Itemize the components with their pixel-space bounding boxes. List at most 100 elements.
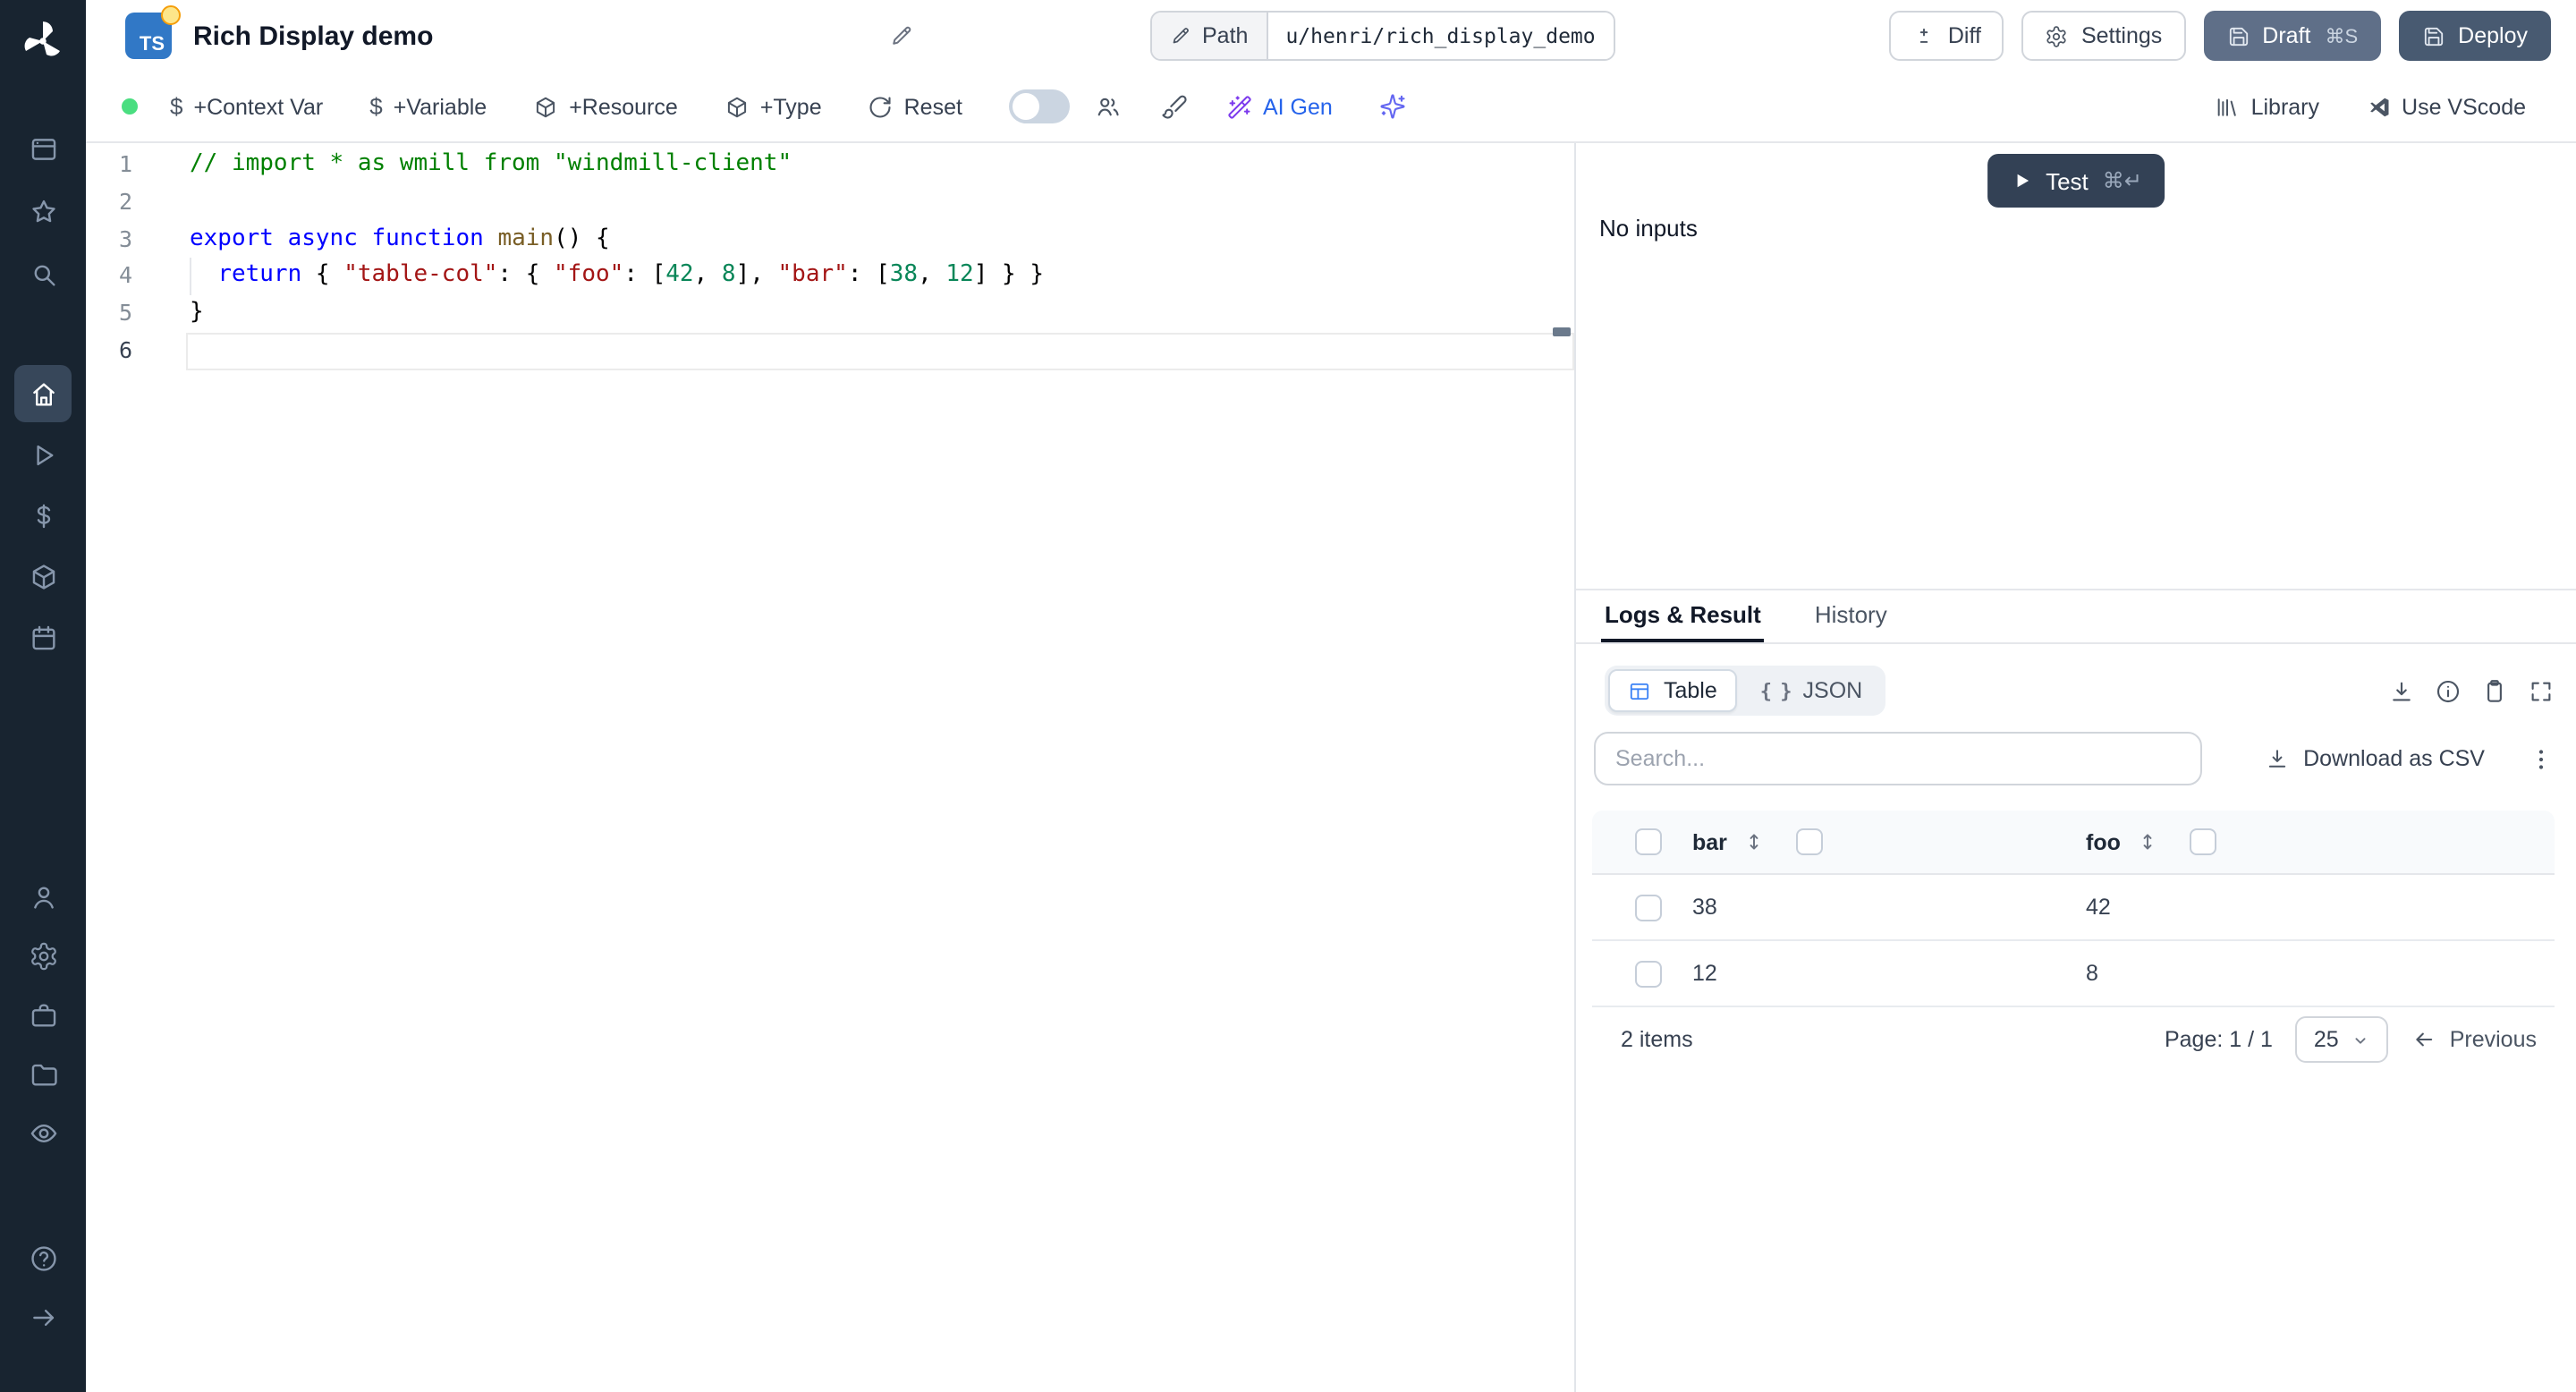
search-input[interactable] [1594, 732, 2202, 785]
download-result-icon[interactable] [2388, 677, 2415, 704]
download-csv-button[interactable]: Download as CSV [2264, 746, 2485, 771]
editor-code: // import * as wmill from "windmill-clie… [186, 147, 1574, 370]
line-number: 4 [118, 261, 132, 289]
arrow-left-icon [2412, 1027, 2437, 1052]
reset-icon [869, 94, 894, 119]
diff-icon [1912, 24, 1936, 47]
sidebar-collapse-button[interactable] [14, 1288, 72, 1345]
app-window-icon [28, 133, 58, 164]
sidebar-item-workspace[interactable] [14, 986, 72, 1043]
code-line[interactable]: export async function main() { [186, 221, 1574, 259]
previous-page-button[interactable]: Previous [2412, 1027, 2537, 1052]
folder-icon [28, 1058, 58, 1089]
editor-gutter: 1 2 3 4 5 6 [86, 147, 186, 370]
result-actions [2388, 677, 2555, 704]
code-editor[interactable]: 1 2 3 4 5 6 // import * as wmill from "windmi… [86, 143, 1574, 1392]
add-type-button[interactable]: +Type [724, 94, 822, 119]
table-row: 38 42 [1592, 875, 2555, 941]
sidebar-item-schedules[interactable] [14, 608, 72, 666]
arrow-right-icon [28, 1302, 58, 1332]
tab-history[interactable]: History [1811, 590, 1891, 642]
collaborators-icon[interactable] [1095, 93, 1122, 120]
table-row: 12 8 [1592, 941, 2555, 1007]
sidebar-item-resources[interactable] [14, 547, 72, 605]
reset-button[interactable]: Reset [869, 94, 962, 119]
sidebar-item-workers[interactable] [14, 868, 72, 925]
indent-guide [190, 258, 191, 296]
test-button[interactable]: Test ⌘↵ [1987, 154, 2165, 208]
select-all-checkbox[interactable] [1635, 828, 1662, 855]
tab-logs-result[interactable]: Logs & Result [1601, 590, 1765, 642]
sidebar-item-audit-logs[interactable] [14, 1104, 72, 1161]
home-icon [28, 378, 58, 409]
code-line[interactable] [186, 184, 1574, 222]
sidebar-item-favorites[interactable] [14, 182, 72, 240]
path-edit-button[interactable]: Path [1152, 13, 1268, 59]
table-controls: Download as CSV [1594, 732, 2555, 785]
add-variable-button[interactable]: $ +Variable [369, 93, 487, 120]
info-icon[interactable] [2435, 677, 2462, 704]
diff-mode-toggle[interactable] [1008, 89, 1070, 123]
column-bar-checkbox[interactable] [1796, 828, 1824, 855]
windmill-logo[interactable] [18, 16, 68, 66]
sidebar-item-folders[interactable] [14, 1045, 72, 1102]
deploy-button[interactable]: Deploy [2399, 11, 2551, 61]
table-menu-kebab-icon[interactable] [2528, 745, 2555, 772]
result-table-body: 38 42 12 8 [1592, 875, 2555, 1007]
row-checkbox[interactable] [1635, 894, 1662, 921]
copy-result-icon[interactable] [2481, 677, 2508, 704]
column-header-foo[interactable]: foo [2086, 829, 2121, 854]
add-resource-button[interactable]: +Resource [533, 94, 678, 119]
expand-result-icon[interactable] [2528, 677, 2555, 704]
use-vscode-button[interactable]: Use VScode [2366, 94, 2526, 119]
table-footer: 2 items Page: 1 / 1 25 Previous [1592, 1007, 2555, 1072]
sort-foo-icon[interactable] [2137, 830, 2160, 853]
dollar-icon: $ [369, 93, 383, 120]
line-number: 2 [118, 187, 132, 215]
result-toolbar: Table { } JSON [1605, 666, 2562, 716]
sidebar-item-apps[interactable] [14, 120, 72, 177]
draft-button[interactable]: Draft ⌘S [2203, 11, 2382, 61]
ai-sparkles-icon[interactable] [1379, 93, 1406, 120]
view-table-button[interactable]: Table [1608, 669, 1737, 712]
gear-icon [28, 940, 58, 971]
code-line[interactable]: } [186, 295, 1574, 333]
row-checkbox[interactable] [1635, 960, 1662, 987]
briefcase-icon [28, 999, 58, 1030]
format-code-brush-icon[interactable] [1161, 93, 1188, 120]
column-foo-checkbox[interactable] [2190, 828, 2217, 855]
sidebar-item-search[interactable] [14, 245, 72, 302]
code-line[interactable] [186, 332, 1574, 370]
header: TS Rich Display demo Path u/henri/rich_d… [86, 0, 2576, 72]
dollar-icon: $ [170, 93, 183, 120]
edit-summary-icon[interactable] [889, 23, 914, 48]
ai-gen-button[interactable]: AI Gen [1227, 94, 1333, 119]
download-icon [2264, 746, 2289, 771]
sidebar-item-settings[interactable] [14, 927, 72, 984]
library-button[interactable]: Library [2216, 94, 2319, 119]
page-size-select[interactable]: 25 [2295, 1016, 2389, 1063]
diff-button[interactable]: Diff [1888, 11, 2004, 61]
eye-icon [28, 1117, 58, 1148]
table-cell: 8 [2086, 961, 2098, 986]
sidebar-item-help[interactable] [14, 1229, 72, 1286]
code-line[interactable]: // import * as wmill from "windmill-clie… [186, 147, 1574, 184]
cube-icon [28, 561, 58, 591]
table-header-row: bar foo [1592, 811, 2555, 875]
column-header-bar[interactable]: bar [1692, 829, 1727, 854]
page-indicator: Page: 1 / 1 [2164, 1027, 2273, 1052]
gear-icon [2046, 24, 2069, 47]
sidebar-item-variables[interactable] [14, 487, 72, 544]
settings-button[interactable]: Settings [2021, 11, 2186, 61]
code-line[interactable]: return { "table-col": { "foo": [42, 8], … [186, 258, 1574, 296]
sort-bar-icon[interactable] [1743, 830, 1767, 853]
path-value[interactable]: u/henri/rich_display_demo [1267, 13, 1614, 59]
line-number: 1 [118, 150, 132, 177]
add-context-var-button[interactable]: $ +Context Var [170, 93, 323, 120]
cube-icon [533, 94, 558, 119]
sidebar-item-runs[interactable] [14, 426, 72, 483]
help-icon [28, 1243, 58, 1273]
search-icon [28, 259, 58, 289]
view-json-button[interactable]: { } JSON [1741, 669, 1882, 712]
sidebar-item-home[interactable] [14, 365, 72, 422]
